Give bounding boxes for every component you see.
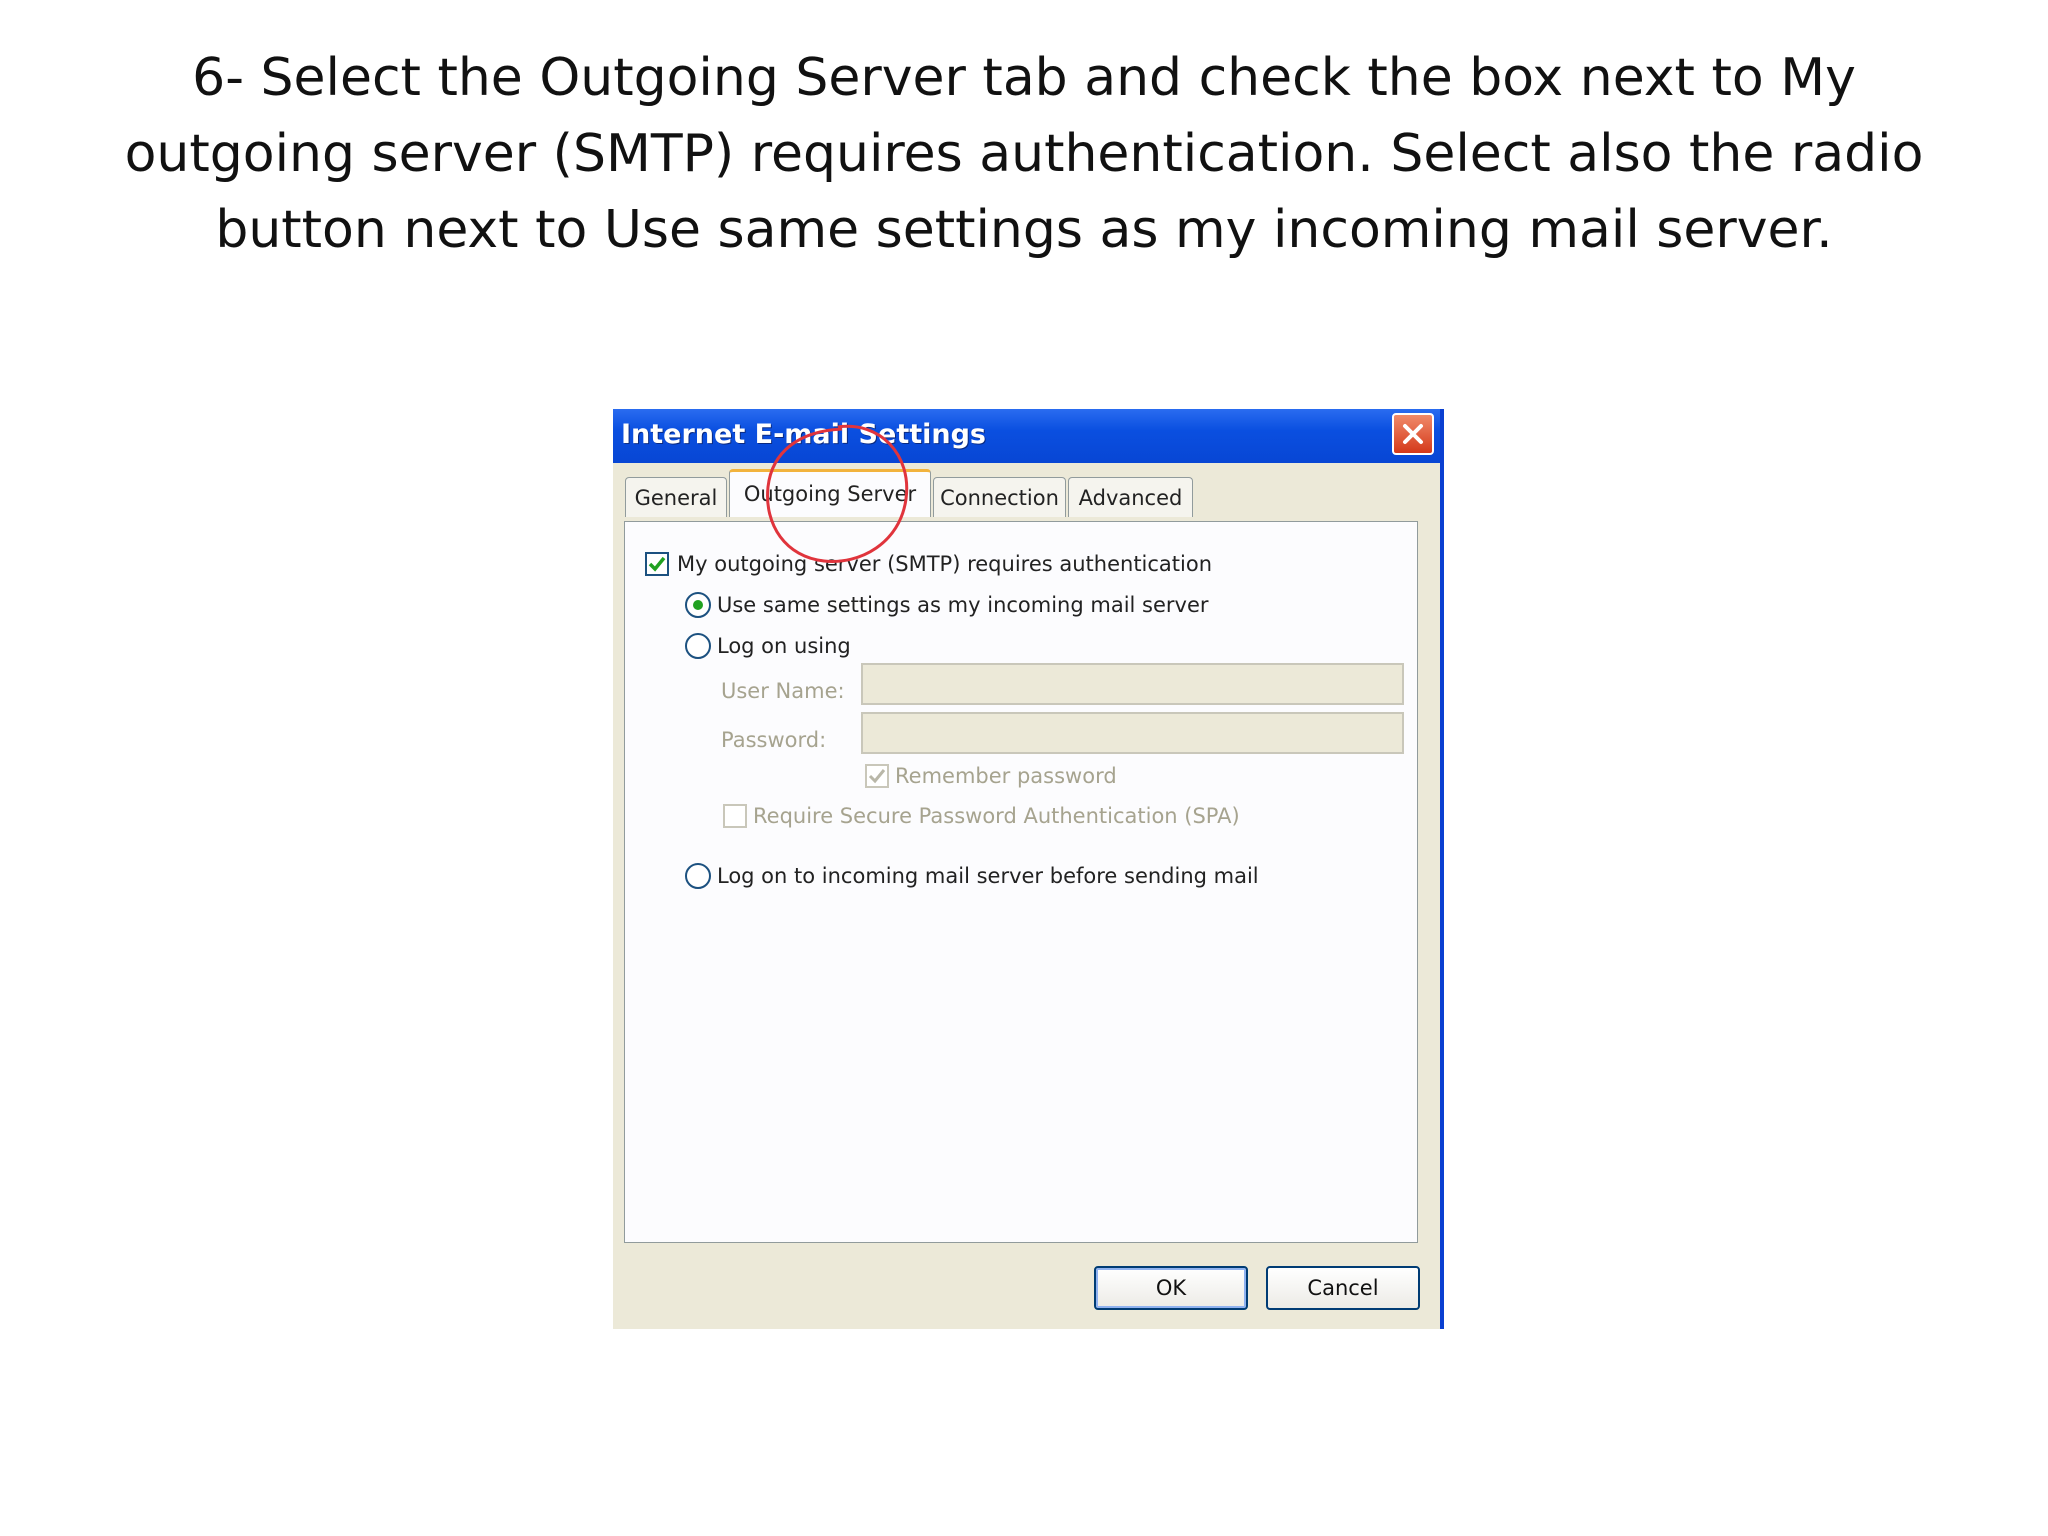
tab-outgoing-server[interactable]: Outgoing Server	[729, 469, 931, 517]
instruction-line-3: button next to Use same settings as my i…	[215, 200, 1833, 260]
instruction-line-2: outgoing server (SMTP) requires authenti…	[124, 124, 1924, 184]
close-icon	[1403, 424, 1423, 444]
user-name-input[interactable]	[861, 663, 1404, 705]
use-same-settings-label: Use same settings as my incoming mail se…	[717, 593, 1209, 617]
checkmark-icon	[868, 769, 886, 784]
smtp-auth-label: My outgoing server (SMTP) requires authe…	[677, 552, 1213, 576]
outgoing-server-panel: My outgoing server (SMTP) requires authe…	[624, 521, 1418, 1243]
instruction-text: 6- Select the Outgoing Server tab and ch…	[0, 40, 2048, 268]
log-on-incoming-label: Log on to incoming mail server before se…	[717, 864, 1259, 888]
use-same-settings-radio[interactable]	[685, 592, 711, 618]
password-input[interactable]	[861, 712, 1404, 754]
tab-advanced[interactable]: Advanced	[1068, 477, 1193, 517]
tab-general[interactable]: General	[625, 477, 727, 517]
require-spa-checkbox[interactable]	[723, 804, 747, 828]
log-on-using-label: Log on using	[717, 634, 851, 658]
require-spa-label: Require Secure Password Authentication (…	[753, 804, 1240, 828]
log-on-incoming-radio[interactable]	[685, 863, 711, 889]
smtp-auth-checkbox[interactable]	[645, 552, 669, 576]
radio-selected-dot	[693, 600, 703, 610]
dialog-title: Internet E-mail Settings	[621, 419, 987, 450]
remember-password-checkbox[interactable]	[865, 764, 889, 788]
dialog-titlebar[interactable]: Internet E-mail Settings	[613, 409, 1440, 463]
instruction-line-1: 6- Select the Outgoing Server tab and ch…	[192, 48, 1856, 108]
tab-connection[interactable]: Connection	[933, 477, 1066, 517]
user-name-label: User Name:	[721, 679, 845, 703]
close-button[interactable]	[1392, 413, 1434, 455]
checkmark-icon	[648, 556, 666, 572]
cancel-button[interactable]: Cancel	[1266, 1266, 1420, 1310]
remember-password-label: Remember password	[895, 764, 1117, 788]
password-label: Password:	[721, 728, 827, 752]
log-on-using-radio[interactable]	[685, 633, 711, 659]
ok-button[interactable]: OK	[1094, 1266, 1248, 1310]
